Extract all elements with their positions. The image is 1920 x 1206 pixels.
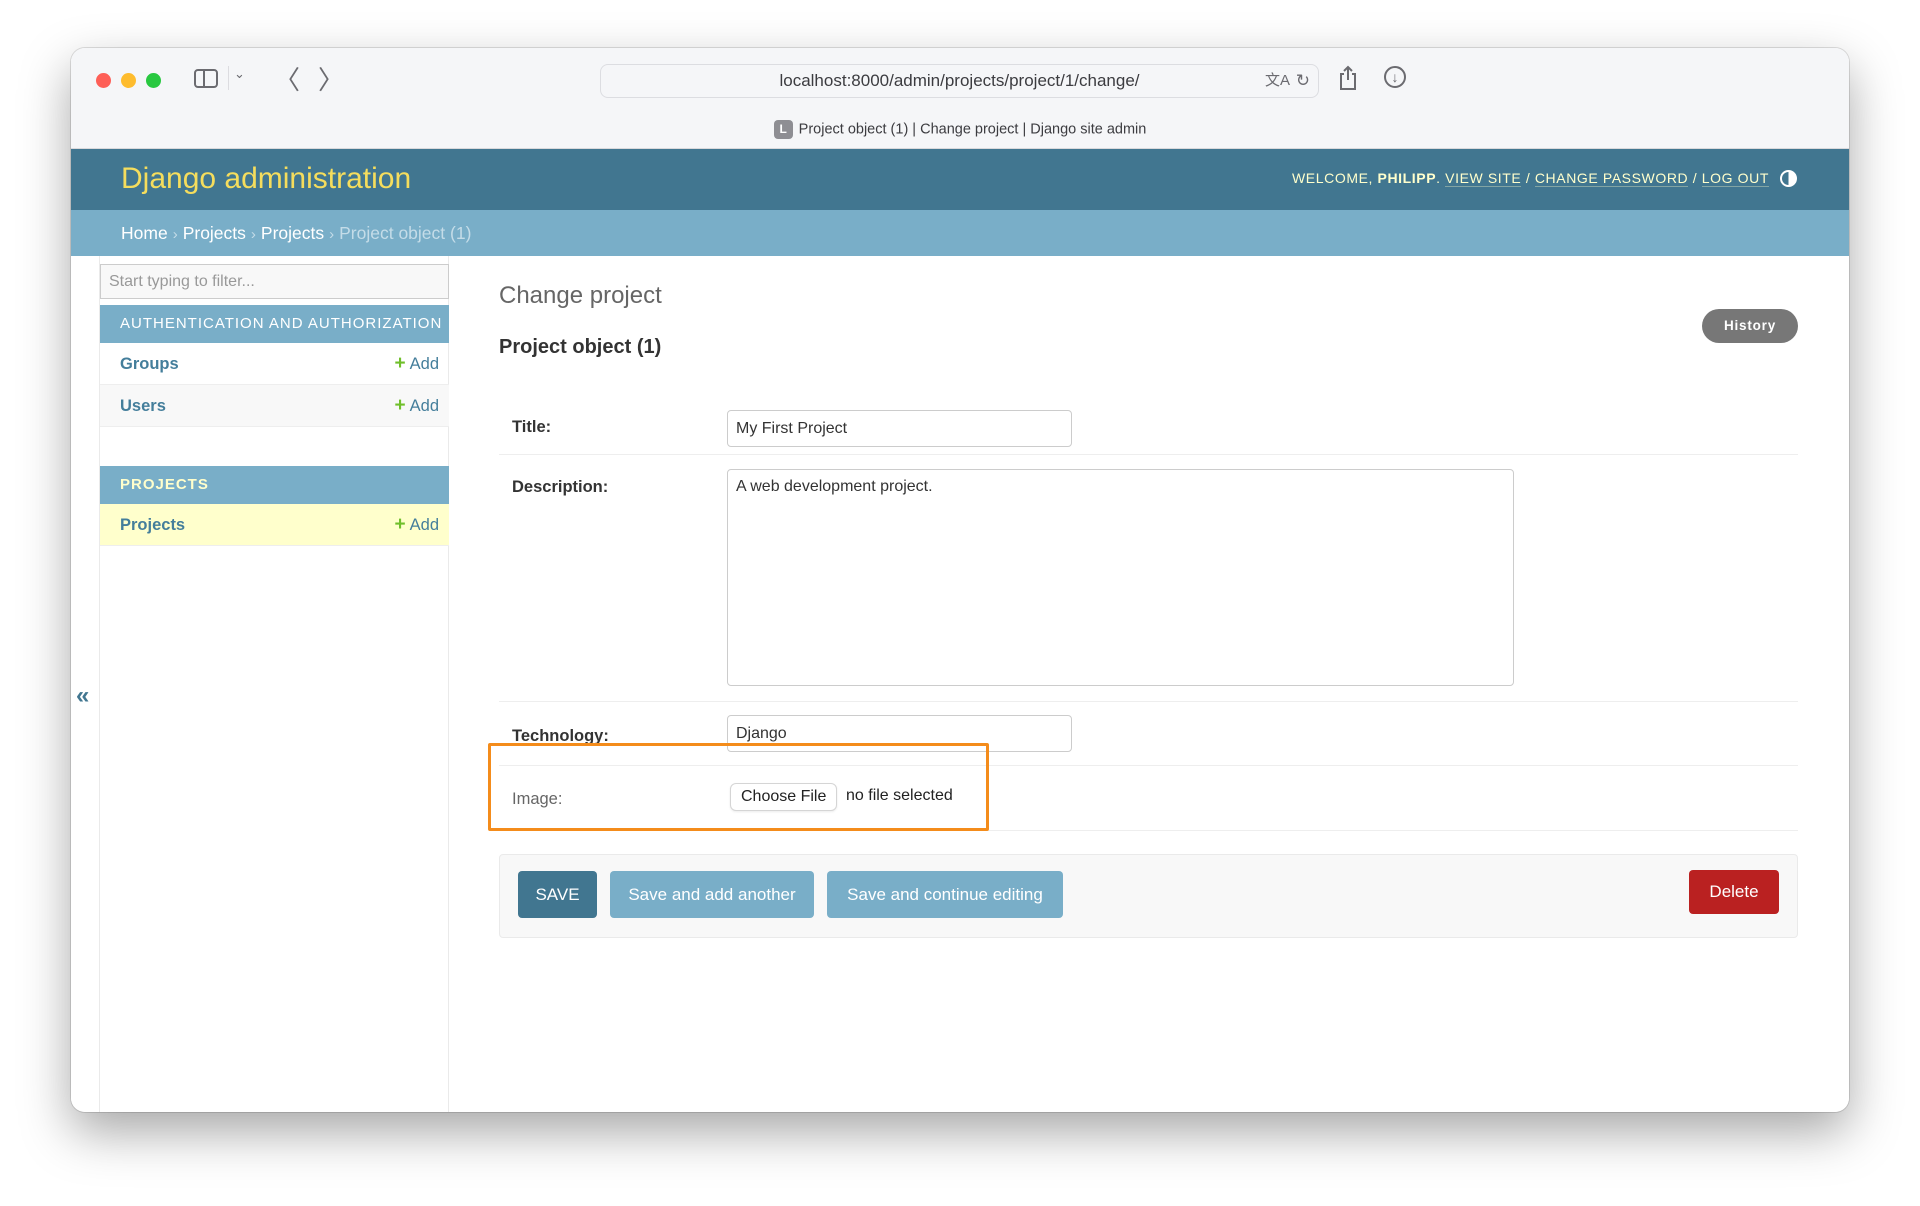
plus-icon: +: [394, 353, 406, 374]
browser-window: ⌄ 〈 〉 localhost:8000/admin/projects/proj…: [71, 48, 1849, 1112]
django-admin-page: Django administration Welcome, Philipp. …: [71, 149, 1849, 1112]
plus-icon: +: [394, 514, 406, 535]
sidebar-toggle-icon[interactable]: [194, 69, 218, 88]
reload-icon[interactable]: ↻: [1296, 65, 1310, 97]
main-content: Change project Project object (1) Histor…: [488, 256, 1798, 1112]
zoom-window-button[interactable]: [146, 73, 161, 88]
history-button[interactable]: History: [1702, 309, 1798, 343]
welcome-text: Welcome,: [1291, 170, 1374, 186]
download-icon[interactable]: ↓: [1384, 66, 1406, 88]
toolbar-divider: [228, 66, 229, 90]
description-label: Description:: [512, 478, 609, 496]
add-label: Add: [409, 355, 439, 373]
log-out-link[interactable]: Log out: [1701, 170, 1769, 187]
breadcrumb-separator: ›: [329, 226, 335, 243]
sidebar-item-users[interactable]: Users + Add: [100, 385, 449, 427]
breadcrumb-model[interactable]: Projects: [261, 223, 324, 243]
file-status-text: no file selected: [846, 787, 953, 804]
username: Philipp: [1377, 170, 1437, 186]
share-icon[interactable]: [1338, 65, 1358, 91]
add-users-link[interactable]: + Add: [395, 385, 439, 427]
object-title: Project object (1): [499, 336, 662, 358]
nav-filter-input[interactable]: [100, 264, 449, 299]
favicon-icon: L: [773, 120, 793, 139]
nav-sidebar-toggle[interactable]: «: [71, 256, 100, 1112]
module-caption[interactable]: Authentication and Authorization: [100, 305, 449, 343]
separator: /: [1692, 170, 1698, 186]
title-label: Title:: [512, 418, 552, 436]
image-label: Image:: [512, 790, 563, 808]
separator: /: [1525, 170, 1531, 186]
breadcrumb-current: Project object (1): [339, 223, 472, 243]
form-row-image: Image: Choose File no file selected: [499, 766, 1798, 831]
technology-input[interactable]: Django: [727, 715, 1072, 752]
add-label: Add: [409, 516, 439, 534]
form-row-technology: Technology: Django: [499, 702, 1798, 766]
breadcrumb-home[interactable]: Home: [121, 223, 168, 243]
chevron-down-icon[interactable]: ⌄: [234, 66, 245, 82]
module-caption[interactable]: Projects: [100, 466, 449, 504]
breadcrumb: Home › Projects › Projects › Project object (1…: [71, 210, 1849, 256]
module-projects: Projects Projects + Add: [100, 466, 449, 546]
user-tools: Welcome, Philipp. View site / Change pas…: [1291, 170, 1769, 187]
change-password-link[interactable]: Change password: [1534, 170, 1689, 187]
close-window-button[interactable]: [96, 73, 111, 88]
url-text: localhost:8000/admin/projects/project/1/…: [779, 71, 1140, 90]
browser-toolbar: ⌄ 〈 〉 localhost:8000/admin/projects/proj…: [71, 48, 1849, 149]
tab-title-text: Project object (1) | Change project | Dj…: [798, 121, 1147, 138]
collapse-sidebar-icon[interactable]: «: [76, 682, 89, 710]
choose-file-button[interactable]: Choose File: [730, 783, 838, 811]
save-and-add-another-button[interactable]: Save and add another: [610, 871, 814, 918]
add-groups-link[interactable]: + Add: [395, 343, 439, 385]
model-link[interactable]: Groups: [120, 343, 179, 385]
model-link[interactable]: Users: [120, 385, 166, 427]
save-button[interactable]: SAVE: [518, 871, 597, 918]
forward-arrow-icon[interactable]: 〉: [318, 60, 344, 97]
sidebar-item-projects[interactable]: Projects + Add: [100, 504, 449, 546]
title-input[interactable]: My First Project: [727, 410, 1072, 447]
plus-icon: +: [394, 395, 406, 416]
translate-icon[interactable]: 文A: [1265, 65, 1290, 97]
page-title: Change project: [499, 282, 662, 309]
form-row-description: Description: A web development project.: [499, 455, 1798, 702]
description-textarea[interactable]: A web development project.: [727, 469, 1514, 686]
view-site-link[interactable]: View site: [1445, 170, 1522, 187]
site-branding[interactable]: Django administration: [121, 162, 411, 196]
breadcrumb-separator: ›: [250, 226, 256, 243]
minimize-window-button[interactable]: [121, 73, 136, 88]
add-projects-link[interactable]: + Add: [395, 504, 439, 546]
breadcrumb-app[interactable]: Projects: [183, 223, 246, 243]
sidebar-item-groups[interactable]: Groups + Add: [100, 343, 449, 385]
nav-sidebar: Authentication and Authorization Groups …: [100, 256, 449, 1112]
technology-label: Technology:: [512, 727, 609, 745]
theme-toggle-icon[interactable]: [1780, 170, 1797, 187]
module-auth: Authentication and Authorization Groups …: [100, 305, 449, 427]
admin-header: Django administration Welcome, Philipp. …: [71, 149, 1849, 210]
add-label: Add: [409, 397, 439, 415]
tab-title[interactable]: L Project object (1) | Change project | D…: [71, 120, 1849, 139]
breadcrumb-separator: ›: [172, 226, 178, 243]
model-link[interactable]: Projects: [120, 504, 185, 546]
form-row-title: Title: My First Project: [499, 403, 1798, 455]
address-bar[interactable]: localhost:8000/admin/projects/project/1/…: [600, 64, 1319, 98]
delete-button[interactable]: Delete: [1689, 870, 1779, 914]
submit-row: SAVE Save and add another Save and conti…: [499, 854, 1798, 938]
back-arrow-icon[interactable]: 〈: [274, 60, 300, 97]
save-and-continue-button[interactable]: Save and continue editing: [827, 871, 1063, 918]
